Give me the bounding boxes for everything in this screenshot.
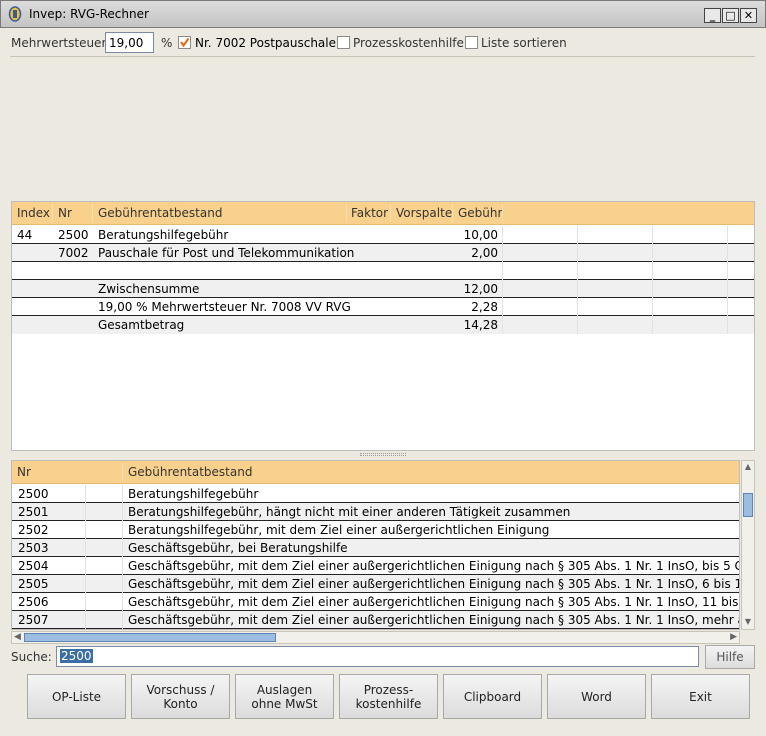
prozesskostenhilfe-checkbox[interactable] [337, 36, 350, 49]
calc-index-cell: 44 [17, 228, 33, 242]
list-text-cell: Beratungshilfegebühr [128, 487, 259, 501]
hscroll-thumb[interactable] [24, 633, 276, 642]
fee-list-table[interactable]: Nr Gebührentatbestand 2500 Beratungshilfe… [11, 460, 740, 630]
app-icon [8, 6, 22, 22]
col-gebuehrentatbestand[interactable]: Gebührentatbestand [98, 206, 222, 220]
list-nr-cell: 2505 [18, 577, 49, 591]
prozesskostenhilfe-label: Prozesskostenhilfe [353, 36, 464, 50]
list-text-cell: Geschäftsgebühr, mit dem Ziel einer auße… [128, 577, 740, 591]
list-item[interactable]: 2507 Geschäftsgebühr, mit dem Ziel einer … [12, 611, 740, 629]
prozesskostenhilfe-button[interactable]: Prozess- kostenhilfe [339, 674, 438, 719]
list-nr-cell: 2506 [18, 595, 49, 609]
calc-row[interactable] [12, 262, 754, 280]
postpauschale-label: Nr. 7002 Postpauschale [195, 36, 336, 50]
calc-row[interactable]: 7002 Pauschale für Post und Telekommunika… [12, 244, 754, 262]
list-nr-cell: 2502 [18, 523, 49, 537]
calc-text-cell: Beratungshilfegebühr [98, 228, 229, 242]
liste-sortieren-label: Liste sortieren [481, 36, 567, 50]
calc-row[interactable]: Zwischensumme 12,00 [12, 280, 754, 298]
fee-list-hscrollbar[interactable]: ◀ ▶ [11, 631, 740, 644]
calc-text-cell: Pauschale für Post und Telekommunikation [98, 246, 355, 260]
col-vorspalte[interactable]: Vorspalte [396, 206, 452, 220]
toolbar-divider [10, 56, 755, 57]
list-item[interactable]: 2504 Geschäftsgebühr, mit dem Ziel einer … [12, 557, 740, 575]
postpauschale-checkbox[interactable] [178, 36, 191, 49]
search-value: 2500 [60, 649, 93, 663]
op-liste-button[interactable]: OP-Liste [27, 674, 126, 719]
calc-text-cell: 19,00 % Mehrwertsteuer Nr. 7008 VV RVG [98, 300, 351, 314]
calc-gebuehr-cell: 14,28 [463, 318, 498, 332]
list-text-cell: Geschäftsgebühr, bei Beratungshilfe [128, 541, 348, 555]
check-icon [180, 37, 190, 48]
calc-text-cell: Zwischensumme [98, 282, 200, 296]
list-item[interactable]: 2506 Geschäftsgebühr, mit dem Ziel einer … [12, 593, 740, 611]
scroll-up-icon[interactable]: ▲ [743, 462, 753, 473]
list-text-cell: Geschäftsgebühr, mit dem Ziel einer auße… [128, 559, 740, 573]
search-input[interactable]: 2500 [56, 646, 699, 667]
close-icon[interactable]: ✕ [740, 8, 757, 23]
list-item[interactable]: 2503 Geschäftsgebühr, bei Beratungshilfe [12, 539, 739, 557]
list-item[interactable]: 2501 Beratungshilfegebühr, hängt nicht mi… [12, 503, 739, 521]
calc-gebuehr-cell: 12,00 [463, 282, 498, 296]
calc-gebuehr-cell: 2,28 [471, 300, 498, 314]
percent-label: % [161, 36, 173, 50]
calc-gebuehr-cell: 2,00 [471, 246, 498, 260]
calc-text-cell: Gesamtbetrag [98, 318, 185, 332]
calculation-table[interactable]: Index Nr Gebührentatbestand Faktor Vorsp… [11, 201, 755, 451]
word-button[interactable]: Word [547, 674, 646, 719]
help-button[interactable]: Hilfe [705, 645, 755, 669]
minimize-icon[interactable]: _ [704, 8, 721, 23]
mwst-label: Mehrwertsteuer: [11, 36, 111, 50]
exit-button[interactable]: Exit [651, 674, 750, 719]
vorschuss-konto-button[interactable]: Vorschuss / Konto [131, 674, 230, 719]
list-text-cell: Beratungshilfegebühr, mit dem Ziel einer… [128, 523, 550, 537]
list-nr-cell: 2503 [18, 541, 49, 555]
fee-list-vscrollbar[interactable]: ▲ ▼ [741, 460, 755, 630]
list-nr-cell: 2504 [18, 559, 49, 573]
window-title: Invep: RVG-Rechner [29, 7, 149, 21]
col-list-gebuehrentatbestand[interactable]: Gebührentatbestand [128, 465, 252, 479]
list-item[interactable]: 2502 Beratungshilfegebühr, mit dem Ziel e… [12, 521, 739, 539]
calc-nr-cell: 2500 [58, 228, 89, 242]
col-index[interactable]: Index [17, 206, 50, 220]
calculation-table-header: Index Nr Gebührentatbestand Faktor Vorsp… [12, 202, 754, 225]
splitter-grip[interactable] [360, 453, 406, 456]
scroll-right-icon[interactable]: ▶ [730, 632, 737, 642]
list-item[interactable]: 2505 Geschäftsgebühr, mit dem Ziel einer … [12, 575, 740, 593]
list-nr-cell: 2507 [18, 613, 49, 627]
list-item[interactable]: 2500 Beratungshilfegebühr [12, 485, 739, 503]
col-nr[interactable]: Nr [58, 206, 72, 220]
col-list-nr[interactable]: Nr [17, 465, 31, 479]
scroll-down-icon[interactable]: ▼ [743, 617, 753, 628]
col-gebuehr[interactable]: Gebühr [458, 206, 502, 220]
mwst-input[interactable] [105, 32, 154, 53]
scroll-left-icon[interactable]: ◀ [14, 632, 21, 642]
maximize-icon[interactable]: □ [722, 8, 739, 23]
calc-gebuehr-cell: 10,00 [463, 228, 498, 242]
search-label: Suche: [11, 650, 52, 664]
calc-row[interactable]: 19,00 % Mehrwertsteuer Nr. 7008 VV RVG 2,… [12, 298, 754, 316]
calc-row[interactable]: 44 2500 Beratungshilfegebühr 10,00 [12, 226, 754, 244]
list-text-cell: Geschäftsgebühr, mit dem Ziel einer auße… [128, 595, 740, 609]
clipboard-button[interactable]: Clipboard [443, 674, 542, 719]
fee-list-header: Nr Gebührentatbestand [12, 461, 739, 484]
col-faktor[interactable]: Faktor [351, 206, 388, 220]
vscroll-thumb[interactable] [743, 493, 753, 517]
liste-sortieren-checkbox[interactable] [465, 36, 478, 49]
calc-nr-cell: 7002 [58, 246, 89, 260]
list-text-cell: Geschäftsgebühr, mit dem Ziel einer auße… [128, 613, 740, 627]
list-text-cell: Beratungshilfegebühr, hängt nicht mit ei… [128, 505, 571, 519]
calc-row[interactable]: Gesamtbetrag 14,28 [12, 316, 754, 334]
title-bar[interactable]: Invep: RVG-Rechner _ □ ✕ [0, 0, 766, 28]
auslagen-ohne-mwst-button[interactable]: Auslagen ohne MwSt [235, 674, 334, 719]
list-nr-cell: 2501 [18, 505, 49, 519]
list-nr-cell: 2500 [18, 487, 49, 501]
